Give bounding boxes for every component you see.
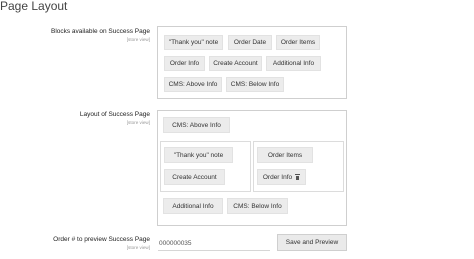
- layout-chip-cms-above-info[interactable]: CMS: Above Info: [163, 117, 230, 133]
- chip-thank-you-note[interactable]: "Thank you" note: [164, 35, 223, 50]
- chip-additional-info[interactable]: Additional Info: [266, 56, 321, 71]
- chip-order-date[interactable]: Order Date: [228, 35, 272, 50]
- chip-cms-below-info[interactable]: CMS: Below Info: [226, 77, 284, 92]
- trash-icon[interactable]: [295, 174, 301, 180]
- layout-chip-thank-you-note[interactable]: "Thank you" note: [164, 147, 233, 163]
- layout-chip-order-info-label: Order Info: [262, 173, 293, 181]
- preview-label: Order # to preview Success Page: [53, 236, 150, 243]
- preview-scope: [store view]: [126, 245, 150, 250]
- layout-chip-order-info[interactable]: Order Info: [257, 169, 306, 185]
- layout-chip-create-account[interactable]: Create Account: [164, 169, 225, 185]
- save-and-preview-button[interactable]: Save and Preview: [277, 234, 347, 251]
- chip-create-account[interactable]: Create Account: [209, 56, 262, 71]
- page-title: Page Layout: [0, 0, 68, 13]
- chip-cms-above-info[interactable]: CMS: Above Info: [164, 77, 222, 92]
- blocks-available-scope: [store view]: [126, 37, 150, 42]
- blocks-available-label: Blocks available on Success Page: [50, 28, 150, 35]
- layout-chip-cms-below-info[interactable]: CMS: Below Info: [227, 198, 288, 214]
- order-number-input[interactable]: [158, 237, 270, 251]
- layout-chip-order-items[interactable]: Order Items: [257, 147, 313, 163]
- chip-order-items[interactable]: Order Items: [276, 35, 320, 50]
- layout-label: Layout of Success Page: [79, 111, 150, 118]
- layout-scope: [store view]: [126, 120, 150, 125]
- layout-chip-additional-info[interactable]: Additional Info: [163, 198, 223, 214]
- chip-order-info[interactable]: Order Info: [164, 56, 205, 71]
